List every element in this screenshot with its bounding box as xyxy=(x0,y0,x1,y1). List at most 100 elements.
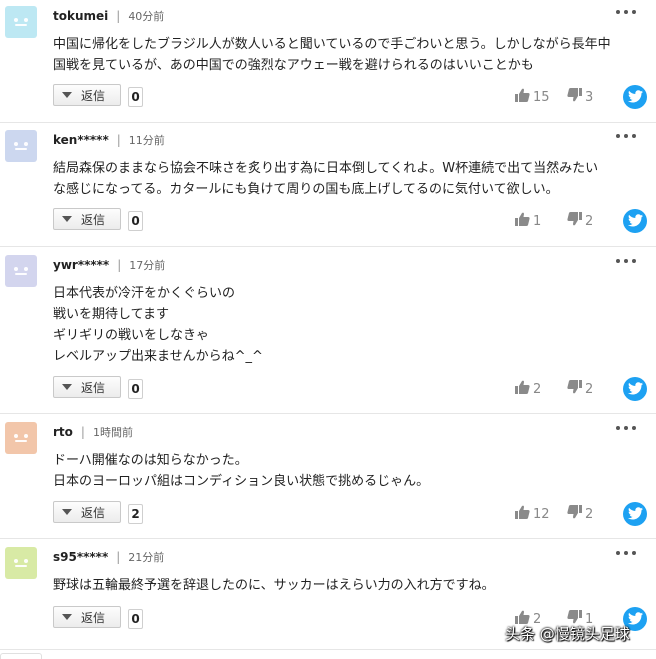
smiley-face-icon xyxy=(10,427,32,449)
twitter-share-button[interactable] xyxy=(623,377,647,401)
thumbs-up-icon xyxy=(515,505,533,523)
username[interactable]: s95***** xyxy=(53,550,108,564)
comment-body: 結局森保のままなら協会不味さを炙り出す為に日本倒してくれよ。W杯連続で出て当然み… xyxy=(53,158,642,200)
thumbs-down-icon xyxy=(567,380,585,398)
reply-label: 返信 xyxy=(81,212,106,227)
avatar[interactable] xyxy=(5,130,37,162)
reply-count: 0 xyxy=(128,211,143,231)
avatar[interactable] xyxy=(5,6,37,38)
dislike-count: 3 xyxy=(585,89,594,105)
comment-meta: ken***** | 11分前 xyxy=(53,132,165,148)
like-count: 1 xyxy=(533,213,542,229)
comment-meta: ywr***** | 17分前 xyxy=(53,257,165,273)
reply-label: 返信 xyxy=(81,88,106,103)
twitter-share-button[interactable] xyxy=(623,209,647,233)
thumbs-down-icon xyxy=(567,88,585,106)
thumbs-down-icon xyxy=(567,505,585,523)
reply-label: 返信 xyxy=(81,380,106,395)
dislike-button[interactable]: 3 xyxy=(567,88,593,106)
dislike-button[interactable]: 2 xyxy=(567,212,593,230)
comment-body: 日本代表が冷汗をかくぐらいの 戦いを期待してます ギリギリの戦いをしなきゃ レベルアッ… xyxy=(53,283,642,367)
more-dots-icon[interactable] xyxy=(616,545,636,561)
dislike-count: 2 xyxy=(585,381,594,397)
reply-button[interactable]: 返信 xyxy=(53,208,121,230)
timestamp: 11分前 xyxy=(128,134,165,147)
caret-down-icon xyxy=(62,384,72,390)
smiley-face-icon xyxy=(10,552,32,574)
meta-separator: | xyxy=(116,9,121,23)
like-button[interactable]: 15 xyxy=(515,88,550,106)
thumbs-up-icon xyxy=(515,88,533,106)
timestamp: 1時間前 xyxy=(92,426,133,439)
avatar[interactable] xyxy=(5,547,37,579)
dislike-button[interactable]: 2 xyxy=(567,505,593,523)
like-count: 12 xyxy=(533,506,550,522)
watermark: 头条 @慢镜头足球 xyxy=(505,625,630,643)
comment-text-line: 中国に帰化をしたブラジル人が数人いると聞いているので手ごわいと思う。しかしながら… xyxy=(53,37,611,52)
comment-text-line: ギリギリの戦いをしなきゃ xyxy=(53,328,210,343)
more-dots-icon[interactable] xyxy=(616,420,636,436)
reply-label: 返信 xyxy=(81,505,106,520)
twitter-share-button[interactable] xyxy=(623,85,647,109)
timestamp: 21分前 xyxy=(128,551,165,564)
reply-button[interactable]: 返信 xyxy=(53,501,121,523)
comment-text-line: 日本のヨーロッパ組はコンディション良い状態で挑めるじゃん。 xyxy=(53,474,430,489)
comment-text-line: 国戦を見ているが、あの中国での強烈なアウェー戦を避けられるのはいいことかも xyxy=(53,58,534,73)
dislike-count: 2 xyxy=(585,506,594,522)
smiley-face-icon xyxy=(10,135,32,157)
avatar[interactable] xyxy=(5,255,37,287)
thumbs-down-icon xyxy=(567,212,585,230)
thumbs-up-icon xyxy=(515,380,533,398)
comment-text-line: ドーハ開催なのは知らなかった。 xyxy=(53,453,248,468)
more-dots-icon[interactable] xyxy=(616,253,636,269)
caret-down-icon xyxy=(62,216,72,222)
comment-meta: rto | 1時間前 xyxy=(53,424,133,440)
more-dots-icon[interactable] xyxy=(616,4,636,20)
comment-text-line: 日本代表が冷汗をかくぐらいの xyxy=(53,286,236,301)
comment-item: ken***** | 11分前 結局森保のままなら協会不味さを炙り出す為に日本倒… xyxy=(0,124,656,247)
meta-separator: | xyxy=(80,425,85,439)
reply-button[interactable]: 返信 xyxy=(53,376,121,398)
username[interactable]: ywr***** xyxy=(53,258,109,272)
more-dots-icon[interactable] xyxy=(616,128,636,144)
meta-separator: | xyxy=(116,133,121,147)
avatar[interactable] xyxy=(5,422,37,454)
smiley-face-icon xyxy=(10,11,32,33)
comment-text-line: な感じになってる。カタールにも負けて周りの国も底上げしてるのに気付いて欲しい。 xyxy=(53,182,559,197)
comment-body: 野球は五輪最終予選を辞退したのに、サッカーはえらい力の入れ方ですね。 xyxy=(53,575,642,596)
reply-count: 0 xyxy=(128,87,143,107)
reply-button[interactable]: 返信 xyxy=(53,606,121,628)
next-comment-avatar-partial xyxy=(0,653,42,659)
smiley-face-icon xyxy=(10,260,32,282)
like-button[interactable]: 2 xyxy=(515,380,541,398)
thumbs-up-icon xyxy=(515,212,533,230)
comment-item: ywr***** | 17分前 日本代表が冷汗をかくぐらいの 戦いを期待してますギ… xyxy=(0,249,656,414)
like-count: 2 xyxy=(533,381,542,397)
twitter-bird-icon xyxy=(627,212,643,231)
twitter-bird-icon xyxy=(627,505,643,524)
comment-body: 中国に帰化をしたブラジル人が数人いると聞いているので手ごわいと思う。しかしながら… xyxy=(53,34,642,76)
caret-down-icon xyxy=(62,92,72,98)
dislike-button[interactable]: 2 xyxy=(567,380,593,398)
like-button[interactable]: 1 xyxy=(515,212,541,230)
caret-down-icon xyxy=(62,509,72,515)
caret-down-icon xyxy=(62,614,72,620)
comment-item: rto | 1時間前 ドーハ開催なのは知らなかった。日本のヨーロッパ組はコンディ… xyxy=(0,416,656,539)
username[interactable]: tokumei xyxy=(53,9,108,23)
username[interactable]: ken***** xyxy=(53,133,109,147)
reply-button[interactable]: 返信 xyxy=(53,84,121,106)
username[interactable]: rto xyxy=(53,425,73,439)
comment-text-line: 結局森保のままなら協会不味さを炙り出す為に日本倒してくれよ。W杯連続で出て当然み… xyxy=(53,161,599,176)
twitter-share-button[interactable] xyxy=(623,502,647,526)
comment-meta: tokumei | 40分前 xyxy=(53,8,164,24)
reply-count: 0 xyxy=(128,379,143,399)
timestamp: 17分前 xyxy=(129,259,166,272)
comment-meta: s95***** | 21分前 xyxy=(53,549,164,565)
comment-body: ドーハ開催なのは知らなかった。日本のヨーロッパ組はコンディション良い状態で挑める… xyxy=(53,450,642,492)
like-button[interactable]: 12 xyxy=(515,505,550,523)
timestamp: 40分前 xyxy=(128,10,165,23)
comment-text-line: 戦いを期待してます xyxy=(53,307,169,322)
reply-label: 返信 xyxy=(81,610,106,625)
twitter-bird-icon xyxy=(627,380,643,399)
twitter-bird-icon xyxy=(627,88,643,107)
